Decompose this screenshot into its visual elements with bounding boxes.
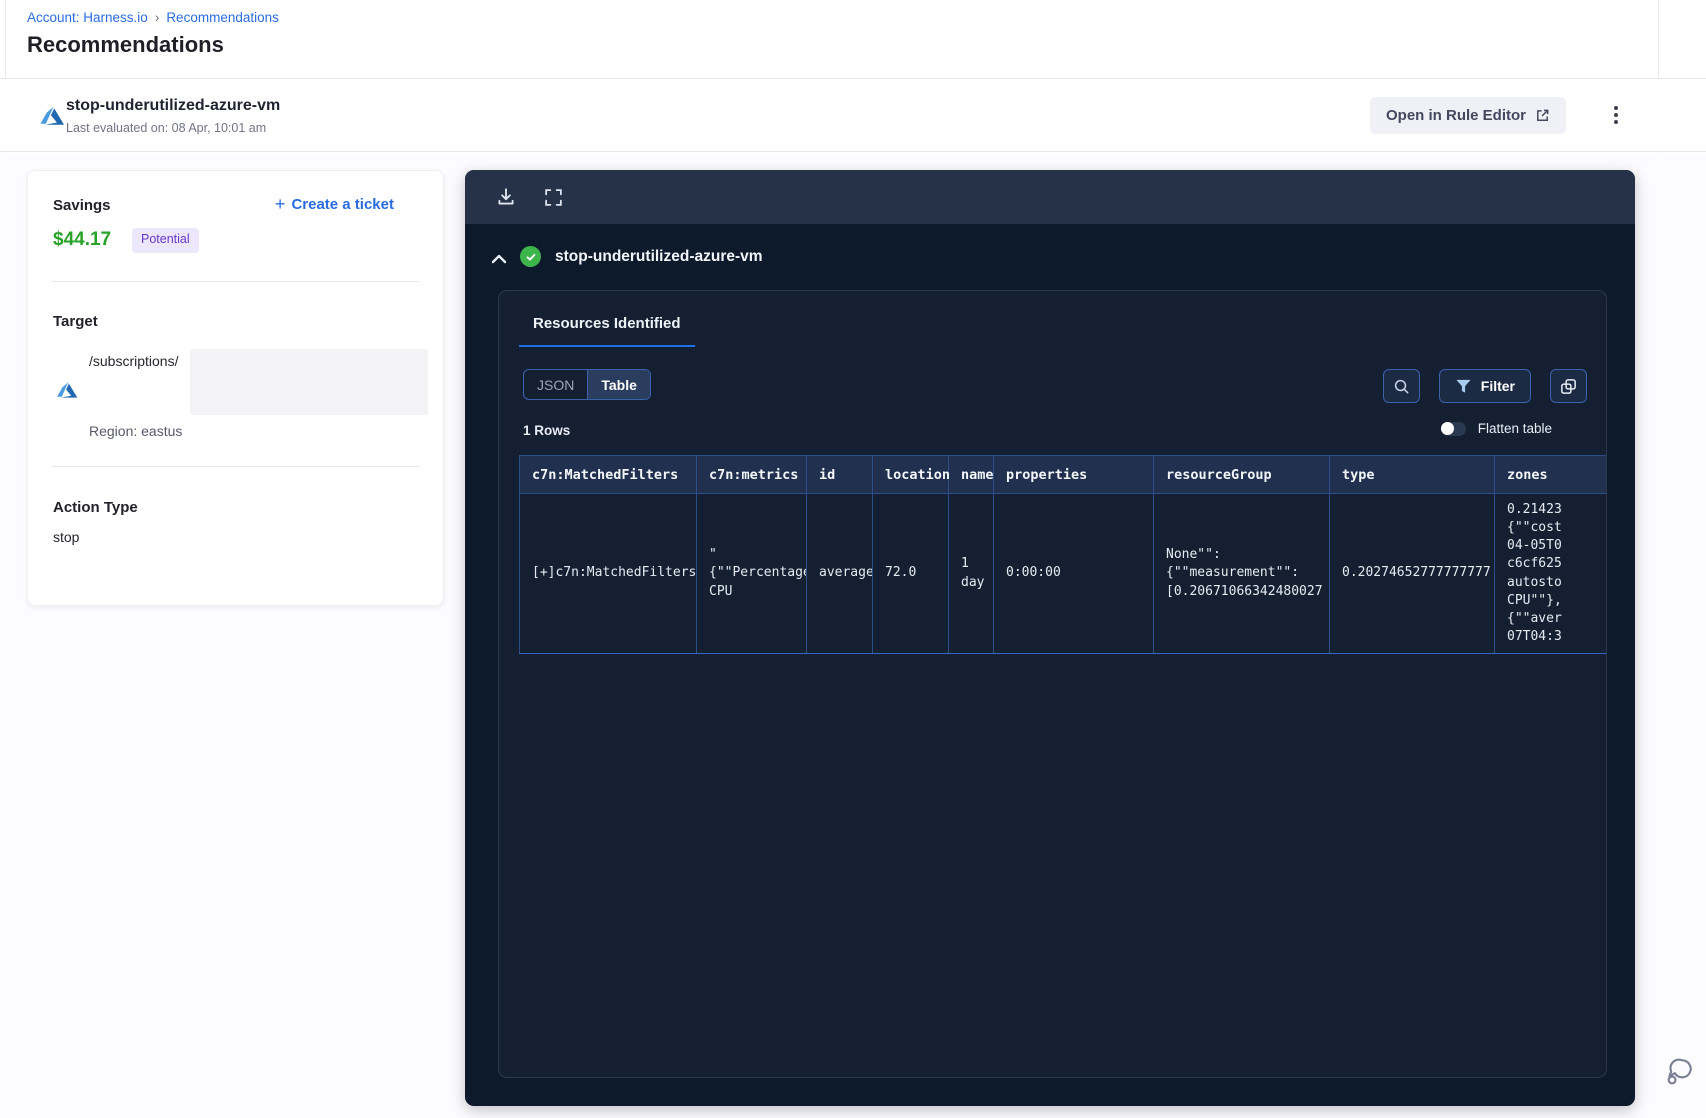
table-cell: average (806, 493, 873, 654)
recommendation-name: stop-underutilized-azure-vm (66, 97, 281, 114)
recommendation-last-evaluated: Last evaluated on: 08 Apr, 10:01 am (66, 121, 267, 135)
azure-icon (38, 103, 66, 131)
recommendations-page: Account: Harness.io › Recommendations Reco… (0, 0, 1706, 1118)
table-cell: 0:00:00 (993, 493, 1154, 654)
create-ticket-button[interactable]: + Create a ticket (275, 195, 394, 213)
column-header: zones (1494, 455, 1606, 494)
table-controls-row: JSON Table Filter (499, 369, 1606, 403)
table-cell: " {""Percentage CPU (696, 493, 807, 654)
breadcrumb-account-link[interactable]: Account: Harness.io (27, 10, 148, 25)
view-mode-json[interactable]: JSON (524, 370, 587, 399)
resources-card: Resources Identified JSON Table Filter 1… (498, 290, 1607, 1078)
target-region: Region: eastus (89, 423, 183, 439)
savings-amount: $44.17 (53, 229, 112, 250)
breadcrumb: Account: Harness.io › Recommendations (27, 10, 279, 25)
breadcrumb-current-link[interactable]: Recommendations (166, 10, 279, 25)
external-link-icon (1535, 108, 1550, 123)
plus-icon: + (274, 194, 286, 214)
column-header: type (1329, 455, 1495, 494)
column-header: location (872, 455, 950, 494)
resources-table: c7n:MatchedFilters c7n:metrics id locati… (519, 455, 1606, 654)
more-options-kebab-icon[interactable] (1600, 99, 1632, 131)
flatten-toggle-group: Flatten table (1440, 421, 1552, 436)
filter-button[interactable]: Filter (1438, 369, 1531, 403)
filter-label: Filter (1480, 378, 1515, 394)
support-chat-icon[interactable] (1662, 1054, 1698, 1090)
savings-potential-badge: Potential (132, 228, 199, 253)
action-type-value: stop (53, 529, 80, 545)
table-actions: Filter (1382, 369, 1587, 403)
open-rule-editor-button[interactable]: Open in Rule Editor (1370, 97, 1567, 134)
column-header: resourceGroup (1153, 455, 1330, 494)
flatten-table-toggle[interactable] (1440, 421, 1466, 436)
column-header: properties (993, 455, 1154, 494)
flatten-table-label: Flatten table (1477, 421, 1552, 436)
column-header: id (806, 455, 873, 494)
table-row: [+]c7n:MatchedFilters[] " {""Percentage … (519, 493, 1606, 654)
download-icon[interactable] (495, 185, 519, 209)
search-icon[interactable] (1382, 369, 1420, 403)
viewer-rule-name: stop-underutilized-azure-vm (555, 248, 763, 265)
chevron-up-icon[interactable] (490, 252, 508, 266)
table-cell: None"": {""measurement"": [0.20671066342… (1153, 493, 1330, 654)
evaluation-viewer-panel: stop-underutilized-azure-vm Resources Id… (465, 170, 1635, 1106)
funnel-icon (1455, 378, 1472, 395)
page-title: Recommendations (27, 32, 224, 57)
fullscreen-icon[interactable] (543, 185, 567, 209)
target-label: Target (53, 313, 98, 330)
target-path: /subscriptions/ (89, 353, 179, 369)
divider (51, 281, 420, 282)
table-header-row: c7n:MatchedFilters c7n:metrics id locati… (519, 455, 1606, 494)
column-header: name (948, 455, 994, 494)
action-type-label: Action Type (53, 499, 138, 516)
create-ticket-label: Create a ticket (291, 195, 394, 213)
savings-label: Savings (53, 197, 111, 214)
resources-table-container: c7n:MatchedFilters c7n:metrics id locati… (519, 455, 1606, 660)
success-check-icon (520, 246, 541, 267)
tab-resources-identified[interactable]: Resources Identified (519, 309, 695, 347)
column-header: c7n:metrics (696, 455, 807, 494)
divider (51, 466, 420, 467)
matched-filters-expand-link[interactable]: [+]c7n:MatchedFilters[] (519, 493, 697, 654)
table-cell: 72.0 (872, 493, 949, 654)
view-mode-table[interactable]: Table (587, 370, 650, 399)
breadcrumb-separator: › (154, 10, 160, 25)
view-mode-toggle: JSON Table (523, 369, 651, 400)
recommendation-details-card: Savings + Create a ticket $44.17 Potenti… (27, 170, 444, 606)
open-rule-editor-label: Open in Rule Editor (1386, 107, 1527, 124)
target-path-redacted-block (190, 349, 428, 415)
table-cell: 0.20274652777777777 (1329, 493, 1495, 654)
column-header: c7n:MatchedFilters (519, 455, 697, 494)
recommendation-header: stop-underutilized-azure-vm Last evaluat… (0, 78, 1706, 152)
table-cell: 1 day (948, 493, 994, 654)
copy-icon[interactable] (1550, 369, 1587, 403)
rows-bar: 1 Rows Flatten table (499, 421, 1606, 441)
viewer-toolbar (465, 170, 1635, 224)
azure-icon (55, 379, 79, 403)
rows-count: 1 Rows (523, 423, 571, 438)
viewer-title-row: stop-underutilized-azure-vm (465, 224, 1635, 282)
table-cell: 0.21423 {""cost 04-05T0 c6cf625 autosto … (1494, 493, 1606, 654)
